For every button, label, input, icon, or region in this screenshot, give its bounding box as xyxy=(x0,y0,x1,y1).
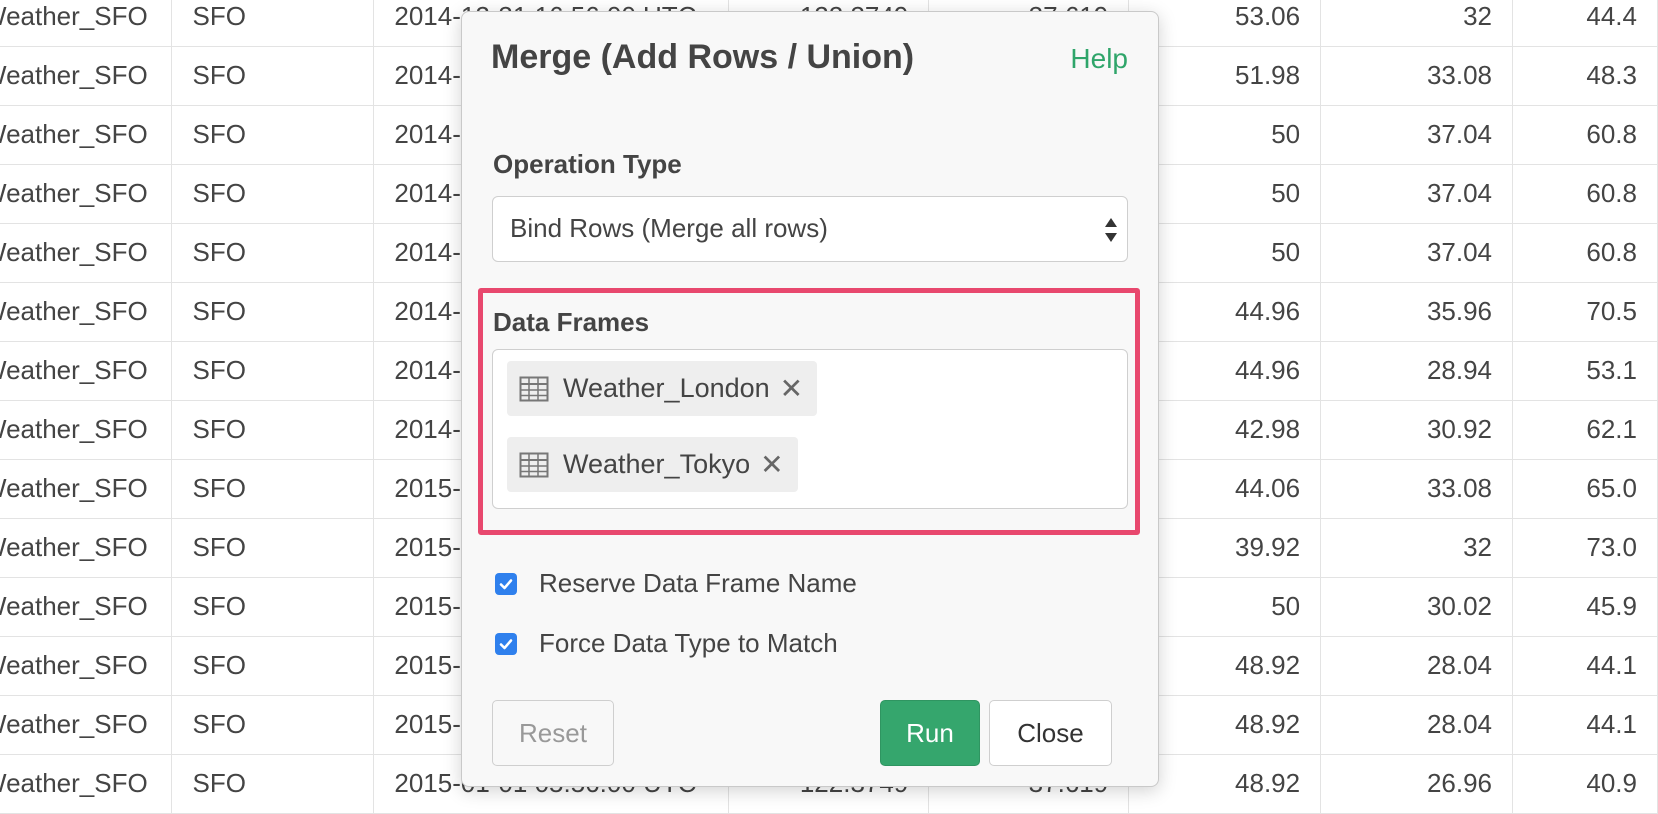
table-cell: SFO xyxy=(171,105,375,165)
table-cell: 37.04 xyxy=(1320,164,1514,224)
table-cell: Weather_SFO xyxy=(0,518,173,578)
table-cell: 45.9 xyxy=(1512,577,1658,637)
select-arrows-icon xyxy=(1105,218,1117,242)
table-cell: 33.08 xyxy=(1320,459,1514,519)
table-cell: Weather_SFO xyxy=(0,754,173,814)
merge-dialog: Merge (Add Rows / Union) Help Operation … xyxy=(461,11,1159,787)
table-cell: SFO xyxy=(171,282,375,342)
data-frame-chip: Weather_London ✕ xyxy=(507,361,818,416)
run-button[interactable]: Run xyxy=(880,700,980,766)
table-cell: SFO xyxy=(171,0,375,47)
table-cell: Weather_SFO xyxy=(0,695,173,755)
table-cell: Weather_SFO xyxy=(0,636,173,696)
table-cell: SFO xyxy=(171,459,375,519)
table-cell: SFO xyxy=(171,754,375,814)
operation-type-value: Bind Rows (Merge all rows) xyxy=(510,213,828,243)
table-cell: 37.04 xyxy=(1320,223,1514,283)
data-frame-chip-label: Weather_Tokyo xyxy=(563,449,751,479)
table-cell: Weather_SFO xyxy=(0,164,173,224)
table-cell: 28.04 xyxy=(1320,695,1514,755)
table-cell: 44.1 xyxy=(1512,695,1658,755)
data-frame-chip-label: Weather_London xyxy=(563,373,770,403)
table-cell: 30.02 xyxy=(1320,577,1514,637)
table-cell: SFO xyxy=(171,164,375,224)
force-type-label: Force Data Type to Match xyxy=(539,628,838,658)
table-cell: 73.0 xyxy=(1512,518,1658,578)
table-icon xyxy=(519,376,549,401)
remove-chip-icon[interactable]: ✕ xyxy=(780,372,803,405)
table-cell: 32 xyxy=(1320,0,1514,47)
table-cell: 28.94 xyxy=(1320,341,1514,401)
table-cell: SFO xyxy=(171,518,375,578)
table-cell: 65.0 xyxy=(1512,459,1658,519)
table-cell: 35.96 xyxy=(1320,282,1514,342)
table-cell: 60.8 xyxy=(1512,223,1658,283)
table-cell: 33.08 xyxy=(1320,46,1514,106)
table-cell: 26.96 xyxy=(1320,754,1514,814)
table-cell: Weather_SFO xyxy=(0,0,173,47)
table-cell: SFO xyxy=(171,223,375,283)
table-cell: SFO xyxy=(171,400,375,460)
table-cell: 44.4 xyxy=(1512,0,1658,47)
force-type-option[interactable]: Force Data Type to Match xyxy=(495,628,838,659)
data-frames-multiselect[interactable]: Weather_London ✕ Weather_Tokyo ✕ xyxy=(492,349,1128,509)
table-cell: 32 xyxy=(1320,518,1514,578)
dialog-title: Merge (Add Rows / Union) xyxy=(491,38,915,76)
table-cell: 70.5 xyxy=(1512,282,1658,342)
table-cell: SFO xyxy=(171,695,375,755)
remove-chip-icon[interactable]: ✕ xyxy=(760,448,783,481)
table-cell: 62.1 xyxy=(1512,400,1658,460)
reserve-name-checkbox[interactable] xyxy=(495,572,517,595)
reserve-name-label: Reserve Data Frame Name xyxy=(539,568,857,598)
table-cell: Weather_SFO xyxy=(0,223,173,283)
table-cell: 60.8 xyxy=(1512,164,1658,224)
table-cell: SFO xyxy=(171,46,375,106)
operation-type-label: Operation Type xyxy=(493,149,682,179)
table-cell: SFO xyxy=(171,341,375,401)
data-frames-label: Data Frames xyxy=(493,307,650,337)
close-button[interactable]: Close xyxy=(989,700,1112,766)
table-cell: 60.8 xyxy=(1512,105,1658,165)
table-icon xyxy=(519,452,549,477)
operation-type-select[interactable]: Bind Rows (Merge all rows) xyxy=(492,196,1128,262)
table-cell: SFO xyxy=(171,577,375,637)
table-cell: Weather_SFO xyxy=(0,282,173,342)
force-type-checkbox[interactable] xyxy=(495,632,517,655)
reserve-name-option[interactable]: Reserve Data Frame Name xyxy=(495,568,857,599)
table-cell: 37.04 xyxy=(1320,105,1514,165)
table-cell: Weather_SFO xyxy=(0,459,173,519)
table-cell: Weather_SFO xyxy=(0,577,173,637)
table-cell: 53.1 xyxy=(1512,341,1658,401)
table-cell: 48.3 xyxy=(1512,46,1658,106)
table-cell: 28.04 xyxy=(1320,636,1514,696)
table-cell: Weather_SFO xyxy=(0,46,173,106)
table-cell: Weather_SFO xyxy=(0,105,173,165)
help-link[interactable]: Help xyxy=(1070,43,1128,75)
check-icon xyxy=(499,638,513,649)
table-cell: Weather_SFO xyxy=(0,400,173,460)
table-cell: SFO xyxy=(171,636,375,696)
check-icon xyxy=(499,578,513,589)
table-cell: 40.9 xyxy=(1512,754,1658,814)
table-cell: Weather_SFO xyxy=(0,341,173,401)
data-frame-chip: Weather_Tokyo ✕ xyxy=(507,437,798,492)
table-cell: 44.1 xyxy=(1512,636,1658,696)
table-cell: 30.92 xyxy=(1320,400,1514,460)
reset-button[interactable]: Reset xyxy=(492,700,614,766)
